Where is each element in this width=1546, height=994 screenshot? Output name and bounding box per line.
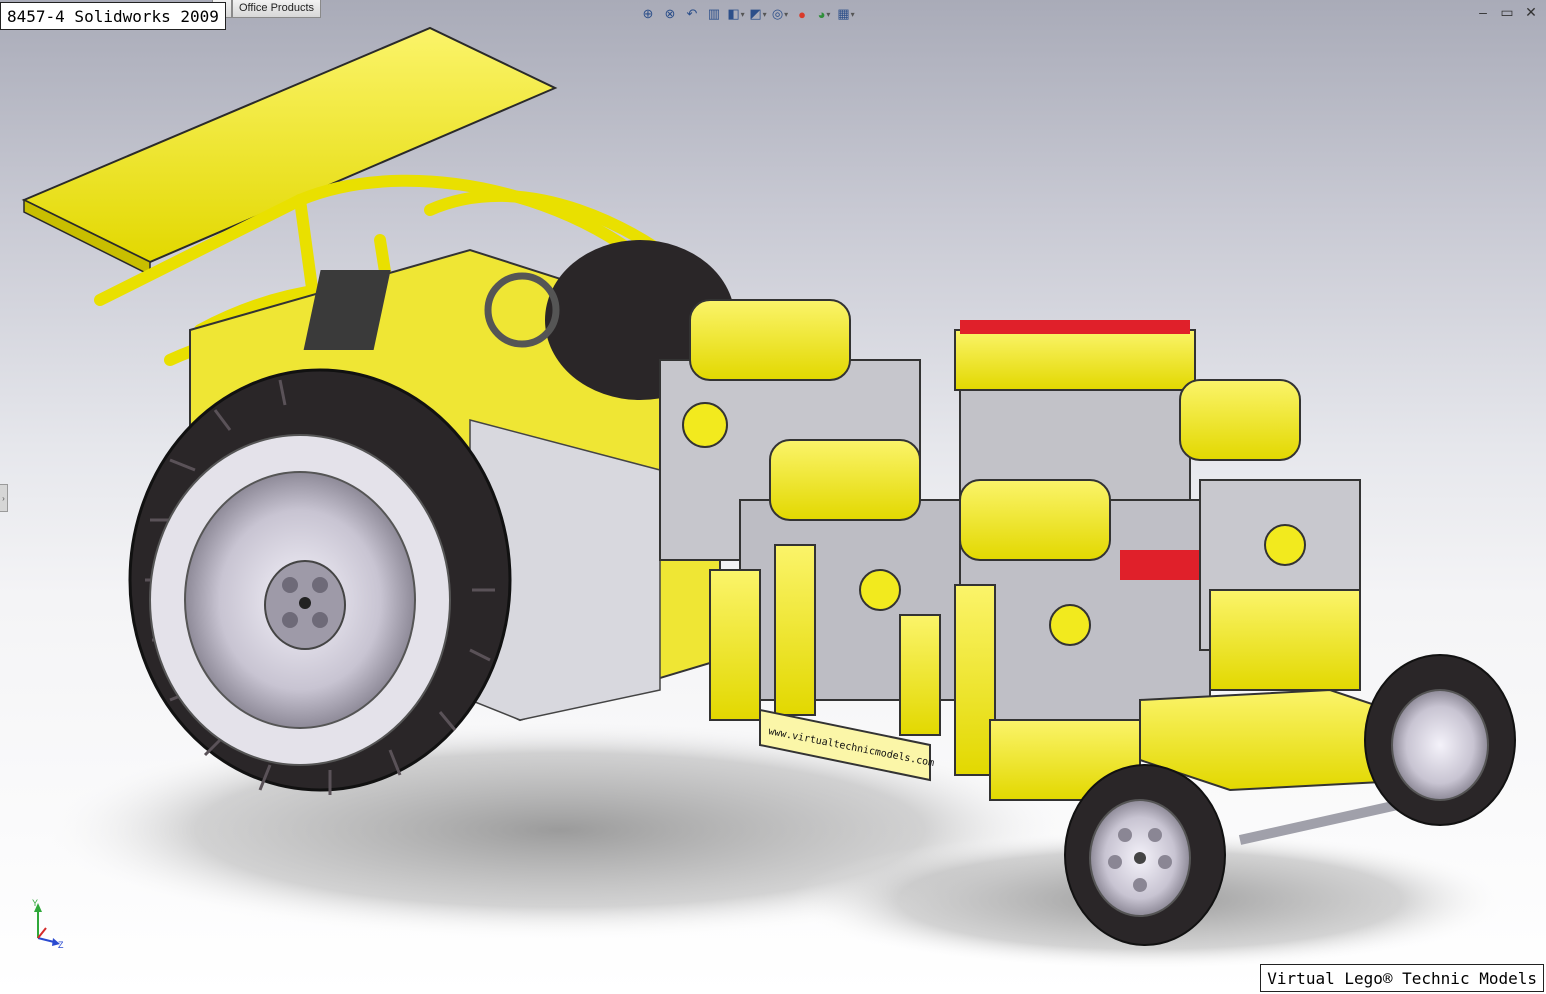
heads-up-view-toolbar: ⊕ ⊗ ↶ ▥ ◧ ▾ ◩ ▾ ◎ ▾ ● ◕ ▾ ▦ ▾: [638, 4, 856, 24]
chevron-down-icon: ▾: [740, 9, 745, 19]
chevron-down-icon: ▾: [784, 9, 789, 19]
apply-scene-icon[interactable]: ◕ ▾: [814, 4, 834, 24]
zoom-to-fit-icon[interactable]: ⊕: [638, 4, 658, 24]
document-tabs: e Office Products: [212, 0, 321, 18]
view-settings-icon[interactable]: ▦ ▾: [836, 4, 856, 24]
panel-expand-handle[interactable]: ›: [0, 484, 8, 512]
edit-appearance-icon[interactable]: ●: [792, 4, 812, 24]
model-title-label: 8457-4 Solidworks 2009: [0, 2, 226, 30]
chevron-down-icon: ▾: [826, 9, 831, 19]
chevron-down-icon: ▾: [850, 9, 855, 19]
window-controls: – ▭ ✕: [1476, 4, 1538, 21]
rear-wing: [21, 26, 558, 264]
previous-view-icon[interactable]: ↶: [682, 4, 702, 24]
section-view-icon[interactable]: ▥: [704, 4, 724, 24]
restore-icon[interactable]: ▭: [1500, 4, 1514, 21]
svg-text:Y: Y: [32, 898, 38, 908]
view-orientation-icon[interactable]: ◧ ▾: [726, 4, 746, 24]
chevron-down-icon: ▾: [762, 9, 767, 19]
front-rim-right: [1391, 689, 1489, 801]
svg-text:Z: Z: [58, 940, 64, 950]
tab-office-products[interactable]: Office Products: [232, 0, 321, 18]
minimize-icon[interactable]: –: [1476, 4, 1490, 21]
brand-label: Virtual Lego® Technic Models: [1260, 964, 1544, 992]
graphics-viewport[interactable]: www.virtualtechnicmodels.com 8457-4 Soli…: [0, 0, 1546, 994]
close-icon[interactable]: ✕: [1524, 4, 1538, 21]
lego-tractor-model[interactable]: www.virtualtechnicmodels.com: [0, 0, 1546, 994]
reference-triad: Y Z: [32, 898, 64, 950]
chevron-right-icon: ›: [2, 493, 5, 503]
display-style-icon[interactable]: ◩ ▾: [748, 4, 768, 24]
hide-show-items-icon[interactable]: ◎ ▾: [770, 4, 790, 24]
zoom-area-icon[interactable]: ⊗: [660, 4, 680, 24]
